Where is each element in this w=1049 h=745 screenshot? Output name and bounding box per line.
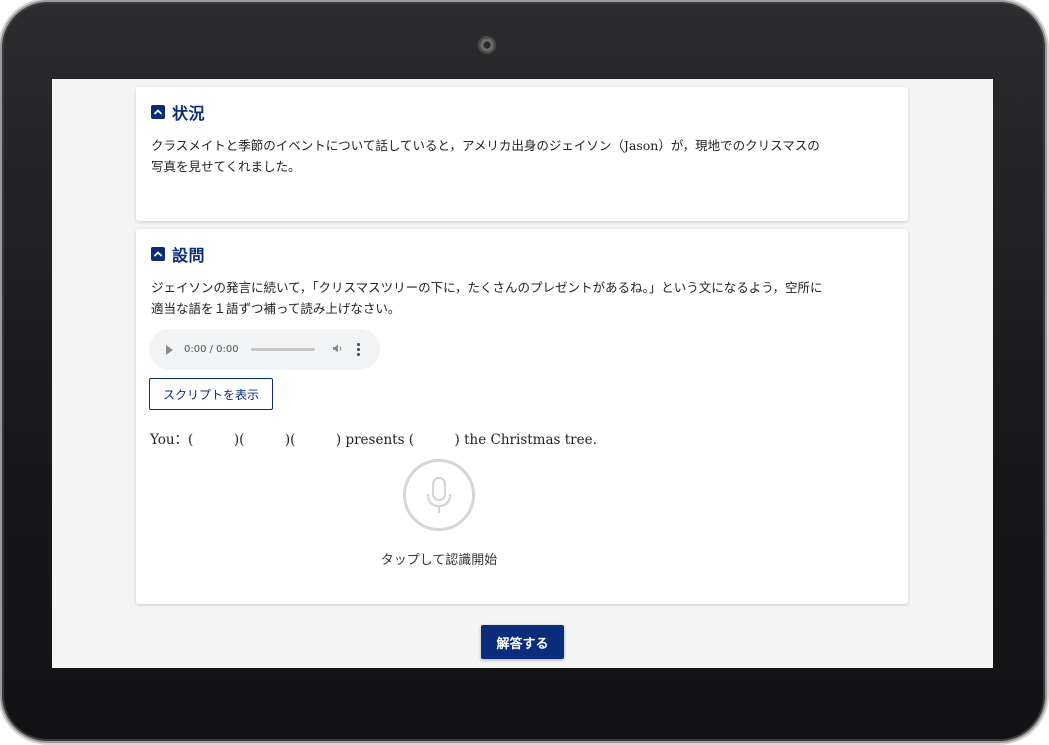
chevron-up-icon[interactable] — [151, 105, 165, 119]
audio-time: 0:00 / 0:00 — [184, 344, 239, 355]
more-vert-icon[interactable] — [356, 343, 360, 356]
tablet-frame: 状況 クラスメイトと季節のイベントについて話していると，アメリカ出身のジェイソン… — [2, 2, 1045, 741]
situation-text-line: クラスメイトと季節のイベントについて話していると，アメリカ出身のジェイソン（Ja… — [151, 138, 820, 153]
question-title: 設問 — [172, 246, 206, 265]
play-icon[interactable] — [166, 344, 173, 355]
situation-section: 状況 クラスメイトと季節のイベントについて話していると，アメリカ出身のジェイソン… — [136, 87, 908, 221]
situation-text: クラスメイトと季節のイベントについて話していると，アメリカ出身のジェイソン（Ja… — [151, 135, 899, 177]
submit-answer-button[interactable]: 解答する — [481, 625, 564, 659]
question-text-line: 適当な語を１語ずつ補って読み上げなさい。 — [151, 301, 401, 316]
question-text-line: ジェイソンの発言に続いて，「クリスマスツリーの下に，たくさんのプレゼントがあるね… — [151, 280, 823, 295]
situation-text-line: 写真を見せてくれました。 — [151, 159, 301, 174]
camera-icon — [478, 36, 496, 54]
situation-header[interactable]: 状況 — [151, 100, 205, 124]
question-text: ジェイソンの発言に続いて，「クリスマスツリーの下に，たくさんのプレゼントがあるね… — [151, 277, 899, 319]
show-script-button[interactable]: スクリプトを表示 — [149, 378, 273, 410]
app-screen: 状況 クラスメイトと季節のイベントについて話していると，アメリカ出身のジェイソン… — [52, 79, 993, 668]
volume-icon[interactable] — [332, 343, 344, 357]
question-section: 設問 ジェイソンの発言に続いて，「クリスマスツリーの下に，たくさんのプレゼントが… — [136, 229, 908, 604]
audio-player: 0:00 / 0:00 — [149, 329, 380, 370]
answer-sentence: You：( )( )( ) presents ( ) the Christmas… — [150, 432, 597, 448]
microphone-button[interactable] — [403, 459, 475, 531]
mic-label: タップして認識開始 — [380, 553, 498, 568]
microphone-icon — [426, 476, 452, 513]
chevron-up-icon[interactable] — [151, 247, 165, 261]
situation-title: 状況 — [172, 104, 206, 123]
audio-progress-slider[interactable] — [250, 348, 315, 351]
question-header[interactable]: 設問 — [151, 242, 205, 266]
